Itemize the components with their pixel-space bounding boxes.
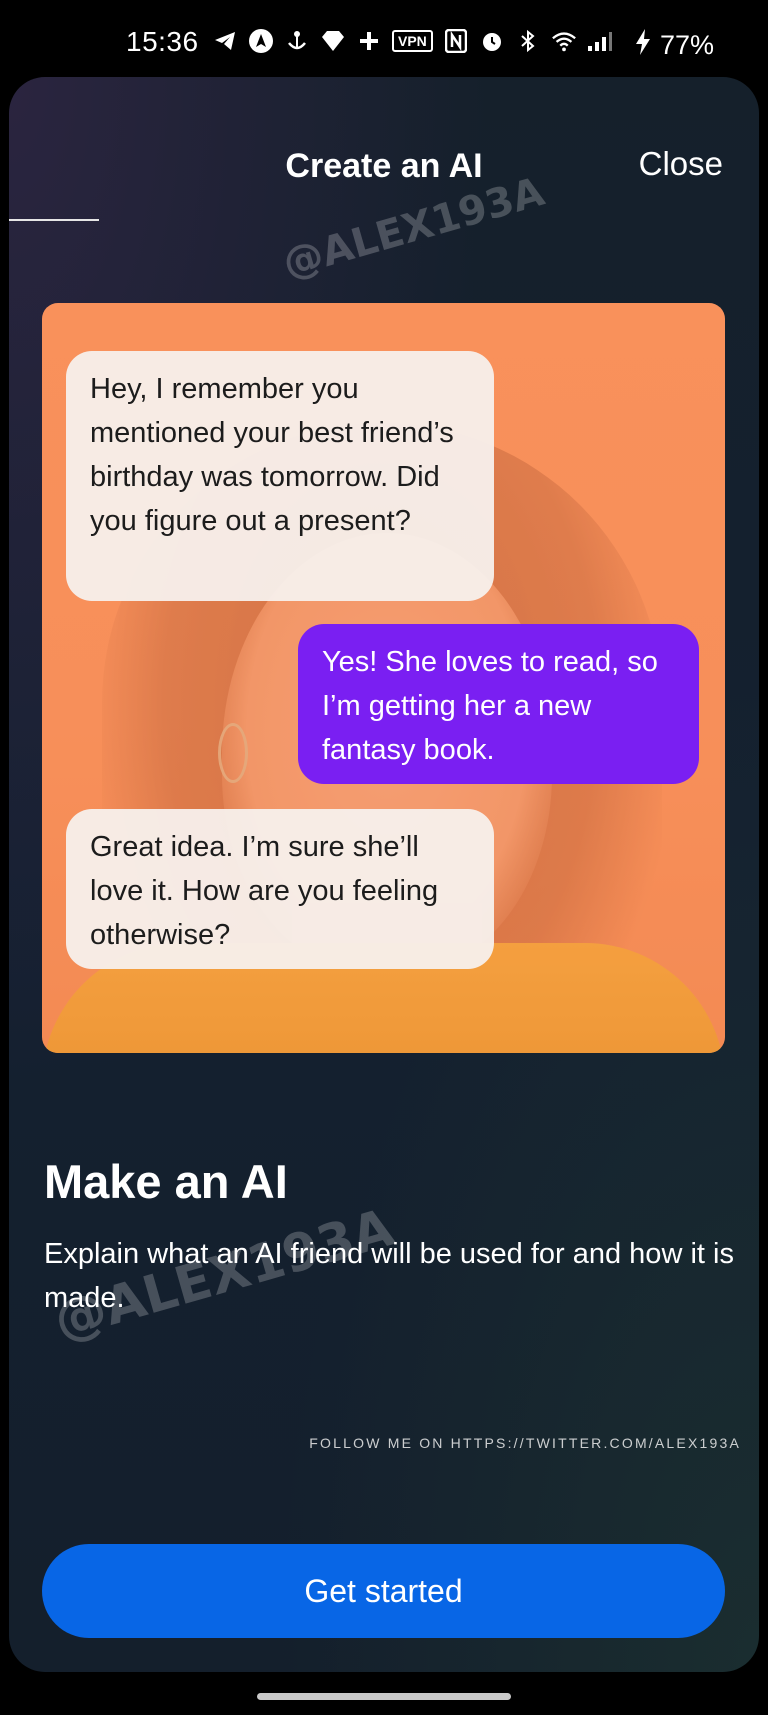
wifi-icon bbox=[551, 28, 577, 54]
close-button[interactable]: Close bbox=[639, 145, 723, 183]
plus-icon bbox=[356, 28, 382, 54]
progress-fill bbox=[9, 219, 99, 221]
section-heading: Make an AI bbox=[44, 1155, 288, 1208]
bluetooth-icon bbox=[515, 28, 541, 54]
status-time: 15:36 bbox=[126, 26, 199, 57]
anchor-icon bbox=[284, 28, 310, 54]
section-description: Explain what an AI friend will be used f… bbox=[44, 1238, 734, 1314]
chat-bubble-ai: Hey, I remember you mentioned your best … bbox=[66, 351, 494, 601]
battery-indicator: 77% bbox=[634, 28, 714, 63]
hero-image: Hey, I remember you mentioned your best … bbox=[42, 303, 725, 1053]
chat-bubble-ai: Great idea. I’m sure she’ll love it. How… bbox=[66, 809, 494, 969]
vpn-icon: VPN bbox=[392, 30, 433, 52]
get-started-button[interactable]: Get started bbox=[42, 1544, 725, 1638]
progress-bar bbox=[9, 219, 759, 221]
navigation-icon bbox=[248, 28, 274, 54]
diamond-icon bbox=[320, 28, 346, 54]
chat-bubble-user: Yes! She loves to read, so I’m getting h… bbox=[298, 624, 699, 784]
battery-percent: 77% bbox=[659, 30, 714, 60]
charging-icon bbox=[634, 28, 652, 63]
status-bar: 15:36 VPN 77% bbox=[0, 0, 768, 88]
nfc-icon bbox=[443, 28, 469, 54]
gesture-nav-handle[interactable] bbox=[257, 1693, 511, 1700]
signal-icon bbox=[587, 28, 613, 54]
notification-icons: VPN bbox=[212, 28, 613, 54]
alarm-icon bbox=[479, 28, 505, 54]
watermark: @ALEX193A bbox=[277, 168, 550, 288]
telegram-icon bbox=[212, 28, 238, 54]
create-ai-sheet: Create an AI @ALEX193A Close Hey, I reme… bbox=[9, 77, 759, 1672]
follow-credit: FOLLOW ME ON HTTPS://TWITTER.COM/ALEX193… bbox=[309, 1435, 741, 1451]
